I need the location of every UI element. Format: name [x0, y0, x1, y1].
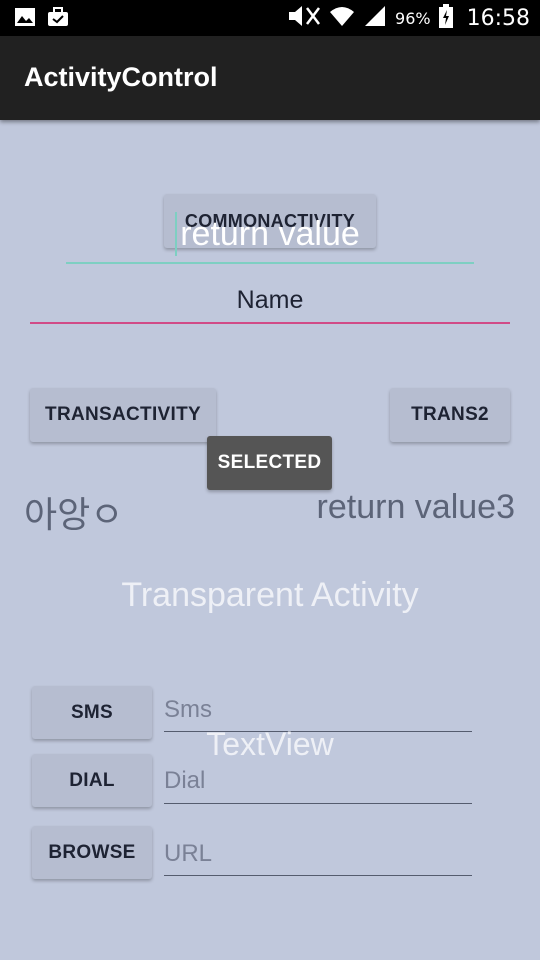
signal-icon [363, 4, 387, 32]
app-bar: ActivityControl [0, 36, 540, 120]
dial-input[interactable]: Dial [164, 767, 205, 795]
dial-button[interactable]: DIAL [32, 754, 152, 807]
transparent-activity-text: Transparent Activity [121, 576, 419, 614]
briefcase-icon [46, 6, 70, 32]
battery-text: 96% [395, 8, 431, 28]
return-value-field[interactable]: return value [66, 215, 474, 254]
korean-text: 아앙ㅇ [24, 494, 124, 535]
wifi-icon [329, 4, 355, 32]
clock: 16:58 [466, 5, 530, 31]
name-input-underline [30, 322, 510, 324]
url-input[interactable]: URL [164, 840, 212, 868]
app-title: ActivityControl [24, 62, 218, 92]
status-bar: 96% 16:58 [0, 0, 540, 36]
trans2-button[interactable]: TRANS2 [390, 388, 510, 442]
return-value3-text: return value3 [316, 488, 515, 526]
selected-button[interactable]: SELECTED [207, 436, 332, 490]
dial-input-underline [164, 803, 472, 804]
sms-input[interactable]: Sms [164, 696, 212, 724]
transactivity-button[interactable]: TRANSACTIVITY [30, 388, 216, 442]
url-input-underline [164, 875, 472, 876]
image-icon [14, 6, 36, 32]
mute-icon [287, 4, 321, 32]
return-value-underline [66, 262, 474, 264]
text-cursor [175, 212, 177, 256]
battery-icon [438, 4, 453, 32]
browse-button[interactable]: BROWSE [32, 826, 152, 879]
name-input[interactable]: Name [30, 286, 510, 315]
